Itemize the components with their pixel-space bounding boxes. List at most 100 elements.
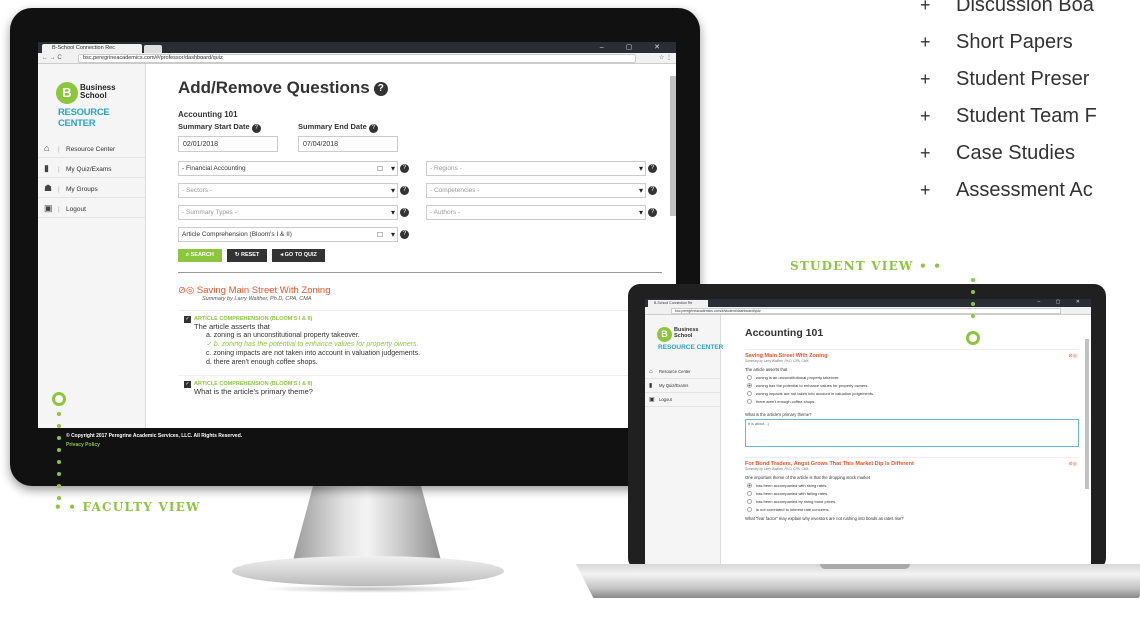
article-title[interactable]: ⊘◎ Saving Main Street With Zoning bbox=[178, 285, 662, 296]
faculty-screen: B-School Connection Rec – ▢ ✕ ← → C bsc.… bbox=[38, 42, 676, 460]
sidebar-item-quiz-exams[interactable]: ▮ My Quiz/Exams bbox=[645, 379, 720, 393]
help-icon[interactable]: ? bbox=[400, 164, 409, 173]
star-icon[interactable]: ☆ ⋮ bbox=[659, 53, 672, 64]
sidebar-item-groups[interactable]: ☗ | My Groups bbox=[38, 178, 145, 198]
chevron-down-icon: ▾ bbox=[638, 208, 643, 217]
window-controls[interactable]: – ▢ ✕ bbox=[600, 43, 670, 51]
question-text: The article asserts that bbox=[194, 322, 270, 331]
radio-option[interactable]: zoning is an unconstitutional property t… bbox=[745, 375, 1079, 380]
question-text: One important theme of the article is th… bbox=[745, 475, 870, 480]
address-bar[interactable]: bsc.peregrineacademics.com/#/student/das… bbox=[671, 308, 1061, 314]
status-icon: ⊘◎ bbox=[1068, 461, 1077, 467]
privacy-link[interactable]: Privacy Policy bbox=[66, 442, 676, 448]
article-block: For Bond Traders, Angst Grows That This … bbox=[745, 457, 1079, 521]
start-date-label: Summary Start Date bbox=[178, 122, 250, 131]
browser-tab[interactable]: B-School Connection Rec bbox=[42, 44, 142, 53]
feature-item: + Discussion Boa bbox=[920, 0, 1094, 16]
help-icon[interactable]: ? bbox=[373, 82, 388, 96]
chevron-down-icon: ▾ bbox=[638, 186, 643, 195]
faculty-view-label: • • FACULTY VIEW bbox=[54, 500, 201, 514]
question-checkbox[interactable]: ✓ bbox=[184, 316, 191, 323]
student-view-label: STUDENT VIEW • • bbox=[790, 259, 943, 273]
help-icon[interactable]: ? bbox=[400, 208, 409, 217]
monitor-shadow bbox=[260, 585, 480, 593]
nav-buttons[interactable]: ← → C bbox=[42, 53, 62, 64]
radio-option[interactable]: zoning has the potential to enhance valu… bbox=[745, 383, 1079, 388]
main-content: Accounting 101 Saving Main Street With Z… bbox=[745, 315, 1079, 564]
article-block: Saving Main Street With Zoning Summary b… bbox=[745, 349, 1079, 447]
end-date-field[interactable] bbox=[298, 136, 398, 152]
sidebar-item-logout[interactable]: ▣ | Logout bbox=[38, 198, 145, 218]
dot-connector bbox=[57, 436, 61, 440]
sidebar-item-logout[interactable]: ▣ Logout bbox=[645, 393, 720, 407]
reset-button[interactable]: ↻ RESET bbox=[226, 249, 268, 262]
radio-option[interactable]: there aren't enough coffee shops. bbox=[745, 399, 1079, 404]
student-marker bbox=[966, 331, 980, 345]
scrollbar[interactable] bbox=[1085, 339, 1089, 489]
question-checkbox[interactable]: ✓ bbox=[184, 381, 191, 388]
new-tab-button[interactable] bbox=[144, 45, 162, 53]
radio-option[interactable]: is not correlated to interest rate conce… bbox=[745, 507, 1079, 512]
browser-tab[interactable]: B-School Connection Re bbox=[648, 300, 708, 307]
file-icon: ▮ bbox=[44, 163, 49, 173]
help-icon[interactable]: ? bbox=[400, 230, 409, 239]
help-icon[interactable]: ? bbox=[648, 186, 657, 195]
chevron-down-icon: ▾ bbox=[390, 208, 395, 217]
feature-item: + Short Papers bbox=[920, 31, 1073, 53]
browser-tabbar: B-School Connection Rec – ▢ ✕ bbox=[38, 42, 676, 53]
help-icon[interactable]: ? bbox=[648, 164, 657, 173]
question-item: ✓ ARTICLE COMPREHENSION (BLOOM'S I & II)… bbox=[178, 375, 662, 396]
logo: B Business School RESOURCE CENTER bbox=[56, 82, 116, 129]
filter-topic[interactable]: - Financial Accounting ▾? bbox=[178, 161, 409, 176]
radio-option[interactable]: has been accompanied by rising bond pric… bbox=[745, 499, 1079, 504]
article-author: Summary by Larry Walther, Ph.D, CPA, CMA bbox=[745, 359, 809, 363]
address-bar[interactable]: bsc.peregrineacademics.com/#/professor/d… bbox=[78, 54, 636, 63]
sidebar-item-resource-center[interactable]: ⌂ Resource Center bbox=[645, 365, 720, 379]
help-icon[interactable]: ? bbox=[648, 208, 657, 217]
question-text: What is the article's primary theme? bbox=[194, 387, 313, 396]
dot-connector bbox=[57, 460, 61, 464]
filter-question-type[interactable]: Article Comprehension (Bloom's I & II) ▾? bbox=[178, 227, 409, 242]
radio-option[interactable]: zoning impacts are not taken into accoun… bbox=[745, 391, 1079, 396]
help-icon[interactable]: ? bbox=[251, 124, 261, 133]
browser-toolbar: ← → C bsc.peregrineacademics.com/#/profe… bbox=[38, 53, 676, 64]
laptop-base bbox=[576, 564, 1140, 598]
start-date-field[interactable] bbox=[178, 136, 278, 152]
question-text: The article asserts that bbox=[745, 367, 788, 372]
page-title: Add/Remove Questions? bbox=[178, 78, 662, 98]
monitor-stand-base bbox=[232, 556, 504, 586]
home-icon: ⌂ bbox=[44, 143, 50, 153]
search-button[interactable]: ⌕ SEARCH bbox=[178, 249, 222, 262]
scrollbar[interactable] bbox=[670, 76, 676, 216]
filter-competencies[interactable]: - Competencies - ▾? bbox=[426, 183, 657, 198]
question-text: What is the article's primary theme? bbox=[745, 412, 812, 417]
help-icon[interactable]: ? bbox=[400, 186, 409, 195]
dot-connector bbox=[57, 472, 61, 476]
filter-authors[interactable]: - Authors - ▾? bbox=[426, 205, 657, 220]
sidebar-item-resource-center[interactable]: ⌂ | Resource Center bbox=[38, 138, 145, 158]
go-to-quiz-button[interactable]: ◂ GO TO QUIZ bbox=[272, 249, 325, 262]
radio-option[interactable]: has been accompanied with rising rates. bbox=[745, 483, 1079, 488]
dot-connector bbox=[971, 290, 975, 294]
filter-sectors[interactable]: - Sectors - ▾? bbox=[178, 183, 409, 198]
feature-item: + Case Studies bbox=[920, 142, 1075, 164]
file-icon: ▮ bbox=[649, 383, 653, 389]
answer-textarea[interactable]: It is about...| bbox=[745, 419, 1079, 447]
radio-option[interactable]: has been accompanied with falling rates. bbox=[745, 491, 1079, 496]
footer: © Copyright 2017 Peregrine Academic Serv… bbox=[38, 428, 676, 460]
check-icon: ✓ bbox=[206, 341, 214, 348]
faculty-marker bbox=[52, 392, 66, 406]
filter-summary-types[interactable]: - Summary Types - ▾? bbox=[178, 205, 409, 220]
sidebar-item-quiz-exams[interactable]: ▮ | My Quiz/Exams bbox=[38, 158, 145, 178]
main-content: Add/Remove Questions? Accounting 101 Sum… bbox=[178, 64, 662, 428]
article-author: Summary by Larry Walther, Ph.D, CPA, CMA bbox=[202, 296, 312, 302]
filter-regions[interactable]: - Regions - ▾? bbox=[426, 161, 657, 176]
help-icon[interactable]: ? bbox=[368, 124, 378, 133]
dot-connector bbox=[57, 448, 61, 452]
dot-connector bbox=[57, 424, 61, 428]
lock-icon: ▣ bbox=[649, 397, 655, 403]
chevron-down-icon: ▾ bbox=[390, 186, 395, 195]
status-icon: ⊘◎ bbox=[178, 285, 197, 296]
window-controls[interactable]: – ▢ ✕ bbox=[1038, 299, 1087, 305]
answer-option: a. zoning is an unconstitutional propert… bbox=[206, 332, 360, 339]
